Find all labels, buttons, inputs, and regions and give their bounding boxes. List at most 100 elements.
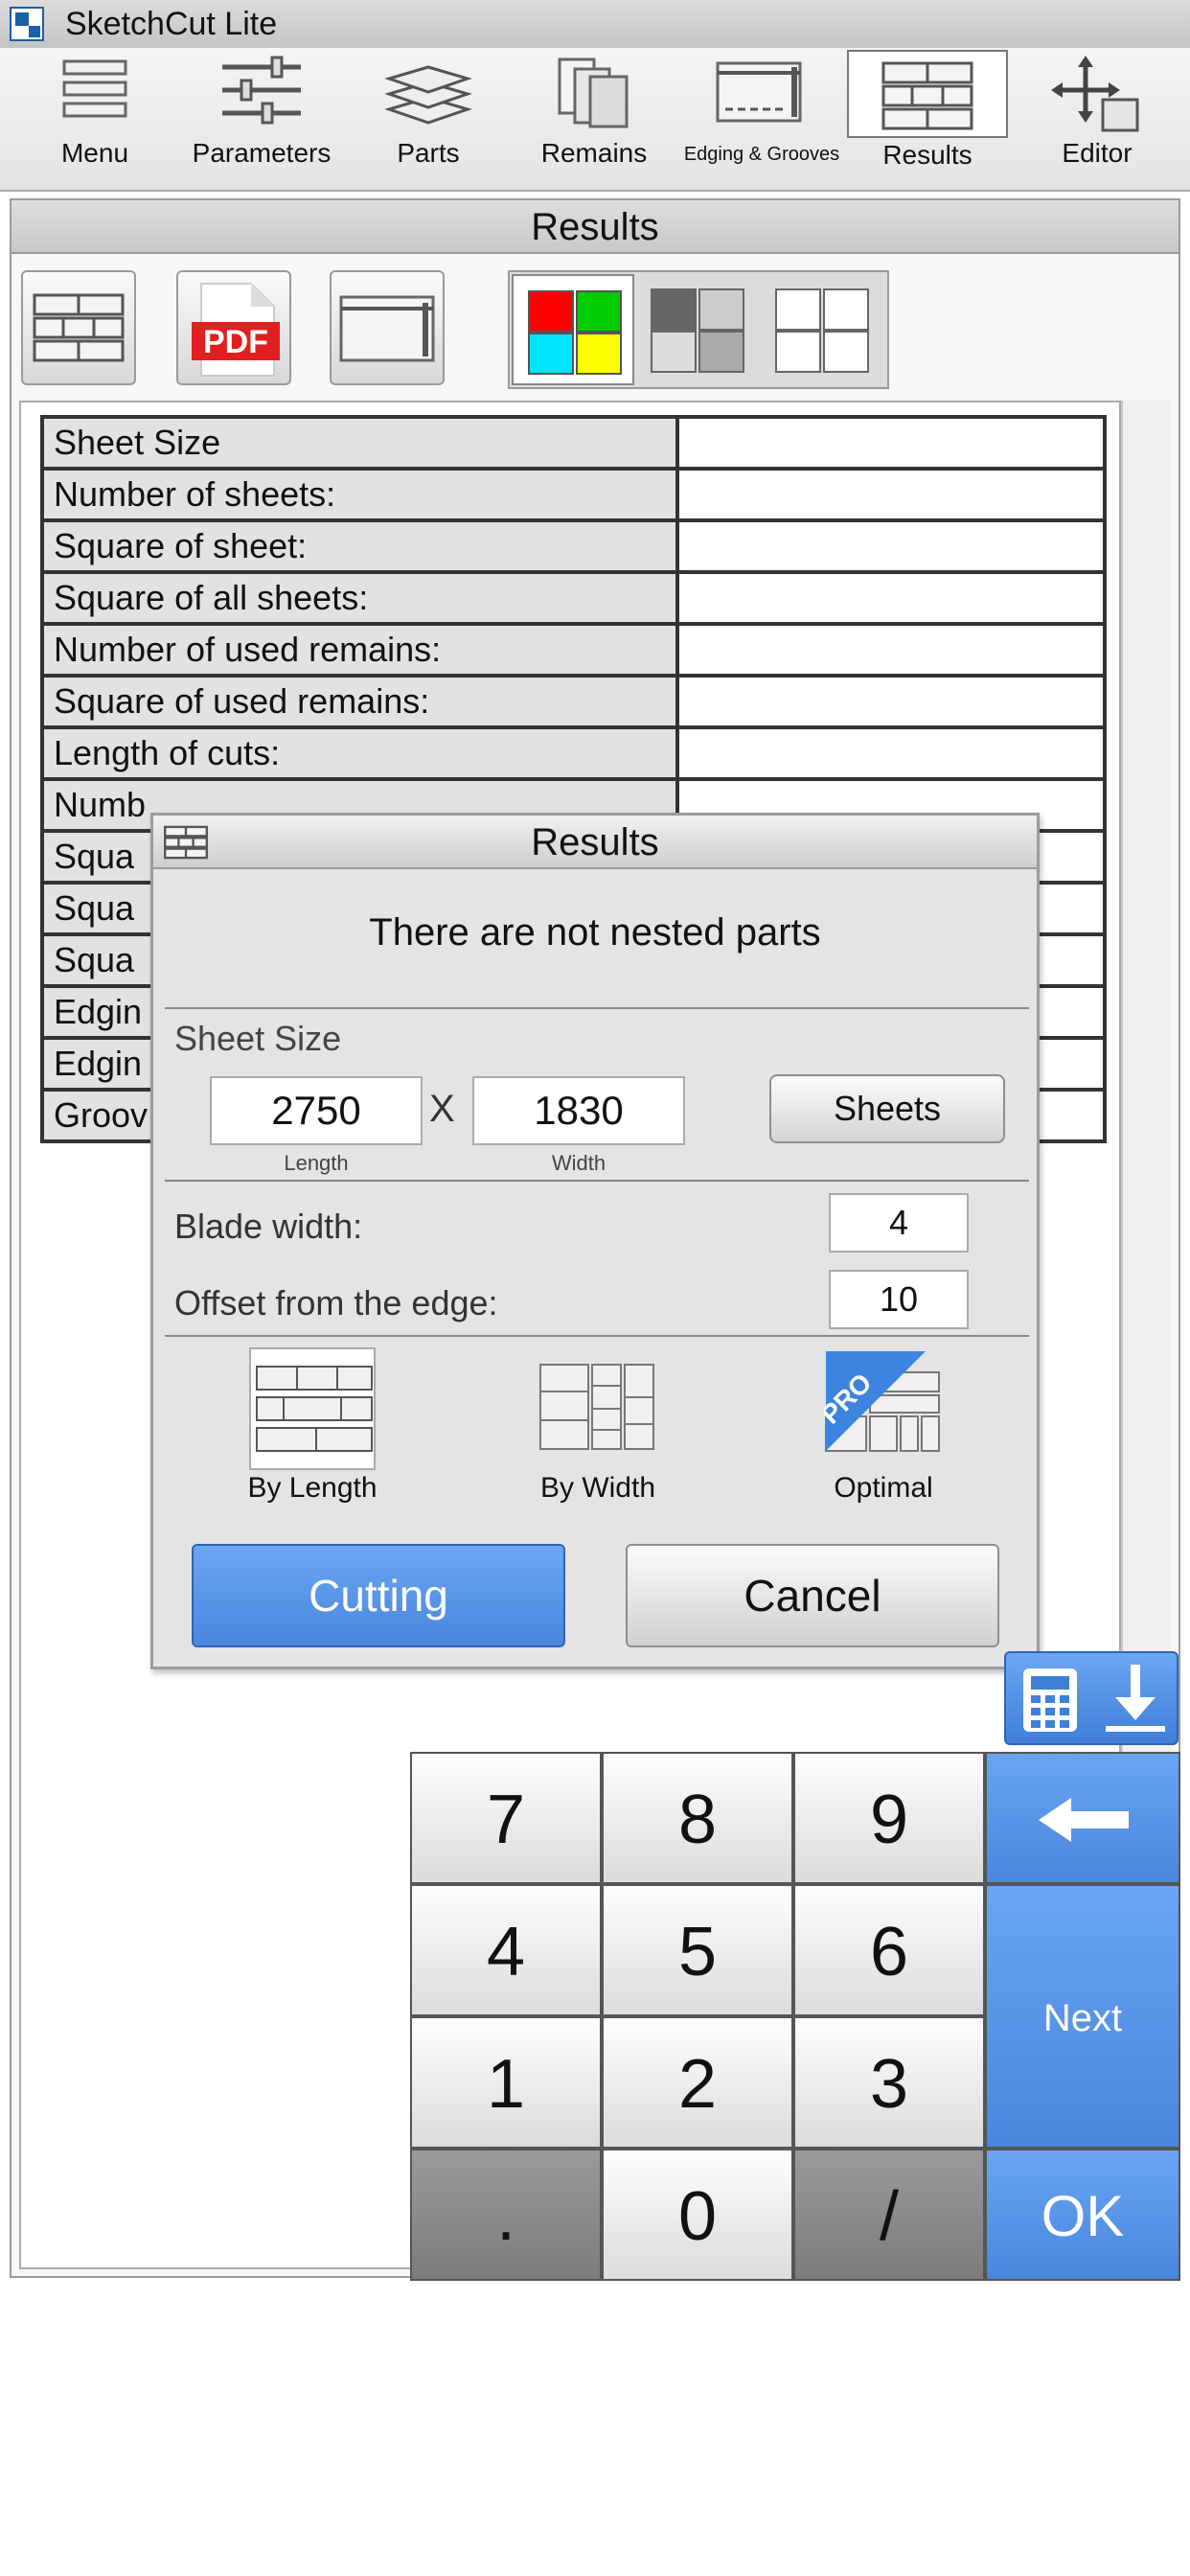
cut-option-by-length[interactable]: By Length — [207, 1347, 418, 1520]
outline-icon — [775, 288, 869, 373]
toolbar-parts-label: Parts — [397, 138, 460, 168]
table-cell-label: Length of cuts: — [40, 725, 679, 781]
dialog-header: Results — [153, 816, 1037, 869]
sheet-length-field[interactable]: 2750 — [210, 1076, 423, 1145]
table-cell-value — [675, 518, 1107, 574]
download-arrow-icon — [1106, 1665, 1165, 1732]
key-2[interactable]: 2 — [602, 2016, 793, 2149]
color-mode-colored[interactable] — [512, 274, 634, 385]
sheet-size-label: Sheet Size — [174, 1019, 342, 1058]
blade-width-field[interactable]: 4 — [829, 1193, 969, 1253]
toolbar-results[interactable]: Results — [847, 50, 1008, 170]
results-dialog: Results There are not nested parts Sheet… — [150, 813, 1040, 1669]
menu-icon — [62, 59, 127, 118]
table-row: Sheet Size — [40, 415, 1107, 471]
option-frame — [249, 1347, 376, 1470]
key-1[interactable]: 1 — [410, 2016, 602, 2149]
pdf-export-button[interactable]: PDF — [176, 270, 291, 385]
divider — [165, 1007, 1029, 1009]
table-row: Square of used remains: — [40, 674, 1107, 729]
cut-option-label: By Length — [247, 1472, 378, 1504]
table-row: Number of sheets: — [40, 467, 1107, 522]
toolbar-edging-label: Edging & Grooves — [683, 144, 840, 165]
toolbar-remains-label: Remains — [540, 138, 648, 168]
results-panel-title: Results — [531, 206, 659, 248]
toolbar-menu[interactable]: Menu — [38, 48, 151, 188]
cancel-button[interactable]: Cancel — [626, 1544, 999, 1647]
table-cell-label: Square of sheet: — [40, 518, 679, 574]
key-decimal[interactable]: . — [410, 2149, 602, 2281]
color-mode-outline[interactable] — [761, 274, 883, 385]
edging-view-icon — [339, 295, 435, 362]
key-slash[interactable]: / — [793, 2149, 985, 2281]
edging-view-button[interactable] — [330, 270, 445, 385]
divider — [165, 1180, 1029, 1182]
move-arrows-icon — [1051, 56, 1139, 132]
ok-key[interactable]: OK — [985, 2149, 1180, 2281]
sheets-button[interactable]: Sheets — [769, 1074, 1005, 1143]
gray-fill-icon — [651, 288, 744, 373]
table-cell-value — [675, 622, 1107, 678]
toolbar-parameters[interactable]: Parameters — [182, 48, 341, 188]
key-6[interactable]: 6 — [793, 1884, 985, 2016]
by-length-icon — [256, 1366, 373, 1452]
results-grid-icon — [881, 61, 973, 130]
layers-icon — [385, 65, 471, 125]
divider — [165, 1335, 1029, 1337]
title-bar: SketchCut Lite — [0, 0, 1190, 49]
option-frame — [535, 1347, 661, 1470]
layout-view-button[interactable] — [21, 270, 136, 385]
table-cell-value — [675, 570, 1107, 626]
optimal-icon: PRO — [824, 1351, 940, 1452]
toolbar-edging-grooves[interactable]: Edging & Grooves — [676, 48, 847, 188]
next-key[interactable]: Next — [985, 1884, 1180, 2149]
backspace-key[interactable] — [985, 1752, 1180, 1884]
sheet-width-field[interactable]: 1830 — [472, 1076, 685, 1145]
key-9[interactable]: 9 — [793, 1752, 985, 1884]
by-width-icon — [539, 1364, 654, 1450]
cutting-button[interactable]: Cutting — [192, 1544, 565, 1647]
width-caption: Width — [551, 1151, 606, 1175]
key-5[interactable]: 5 — [602, 1884, 793, 2016]
results-panel-header: Results — [11, 200, 1179, 254]
key-4[interactable]: 4 — [410, 1884, 602, 2016]
toolbar-results-label: Results — [882, 140, 973, 170]
toolbar-parts[interactable]: Parts — [376, 48, 481, 188]
table-cell-value — [675, 674, 1107, 729]
toolbar-editor[interactable]: Editor — [1044, 48, 1150, 188]
sliders-icon — [222, 56, 301, 125]
color-mode-gray[interactable] — [636, 274, 759, 385]
cut-option-optimal[interactable]: PRO Optimal — [778, 1347, 989, 1520]
table-cell-label: Sheet Size — [40, 415, 679, 471]
table-row: Square of sheet: — [40, 518, 1107, 574]
cut-option-label: Optimal — [834, 1472, 933, 1504]
dialog-message: There are not nested parts — [369, 911, 821, 954]
toolbar-editor-label: Editor — [1062, 138, 1133, 168]
table-row: Square of all sheets: — [40, 570, 1107, 626]
pdf-text: PDF — [203, 324, 268, 360]
table-row: Number of used remains: — [40, 622, 1107, 678]
toolbar-remains[interactable]: Remains — [537, 48, 652, 188]
edge-offset-field[interactable]: 10 — [829, 1270, 969, 1329]
cut-option-label: By Width — [539, 1472, 656, 1504]
keypad-toggle-button[interactable] — [1004, 1651, 1179, 1745]
table-cell-value — [675, 725, 1107, 781]
table-cell-label: Number of sheets: — [40, 467, 679, 522]
pdf-icon: PDF — [192, 283, 280, 377]
key-3[interactable]: 3 — [793, 2016, 985, 2149]
key-7[interactable]: 7 — [410, 1752, 602, 1884]
toolbar-parameters-label: Parameters — [192, 138, 332, 168]
app-logo-icon — [10, 7, 44, 41]
blade-width-label: Blade width: — [174, 1207, 363, 1246]
table-cell-label: Number of used remains: — [40, 622, 679, 678]
table-cell-label: Square of used remains: — [40, 674, 679, 729]
option-frame: PRO — [820, 1347, 947, 1470]
numeric-keypad: 7 8 9 4 5 6 Next 1 2 3 . 0 / OK — [410, 1752, 1180, 2281]
main-toolbar: Menu Parameters Parts Remains Edging & G… — [0, 48, 1190, 192]
key-0[interactable]: 0 — [602, 2149, 793, 2281]
color-mode-group — [508, 270, 889, 389]
cut-option-by-width[interactable]: By Width — [492, 1347, 703, 1520]
results-grid-icon — [33, 293, 125, 362]
color-fill-icon — [528, 290, 622, 375]
key-8[interactable]: 8 — [602, 1752, 793, 1884]
